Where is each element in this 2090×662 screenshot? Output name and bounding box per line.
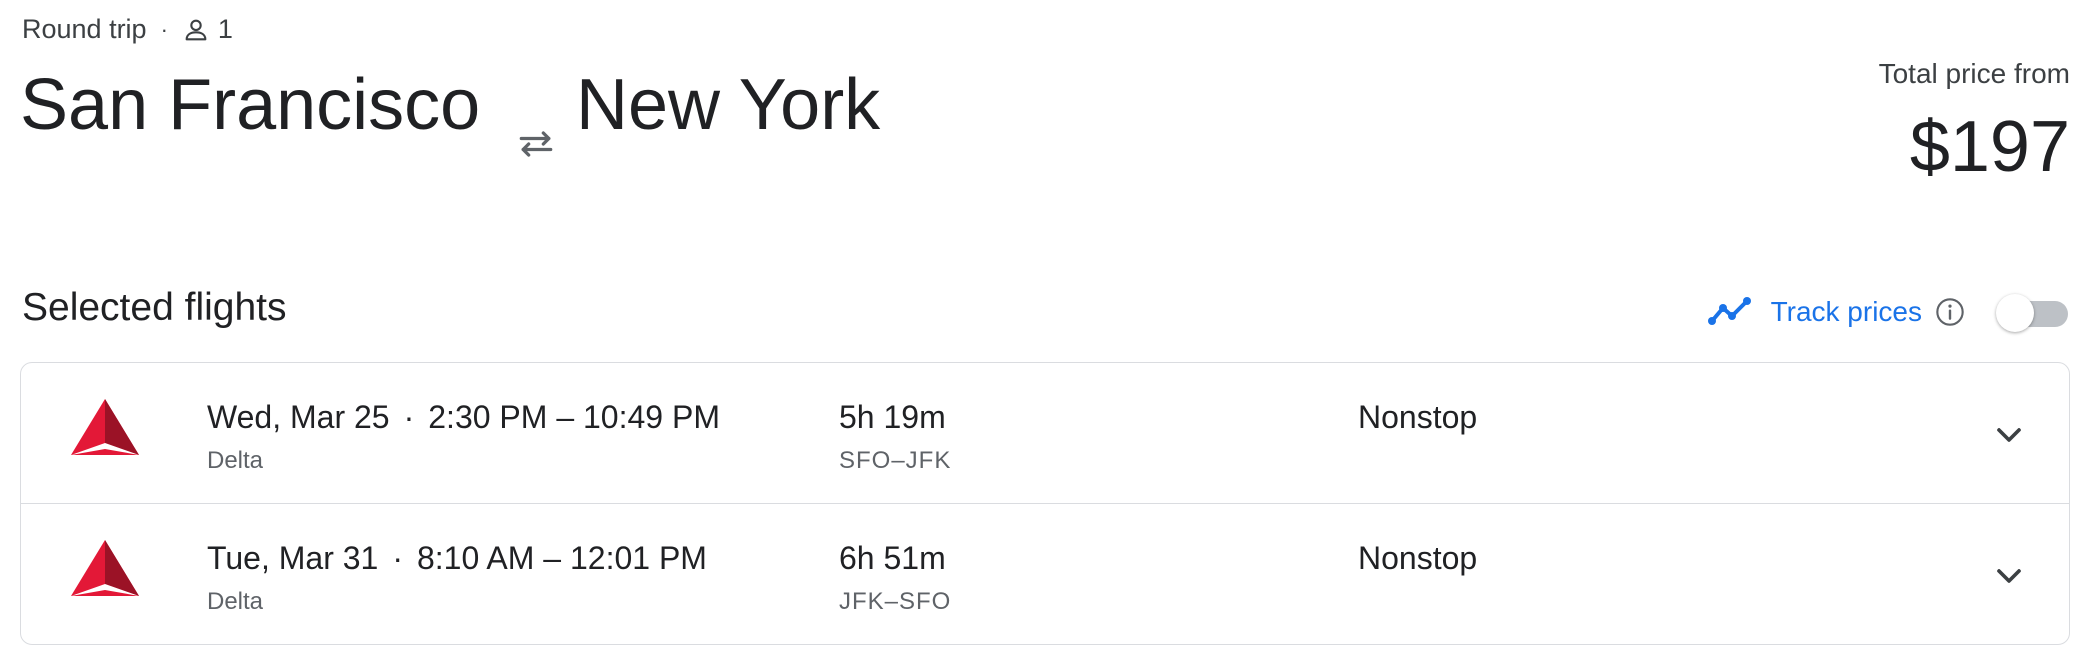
flight-duration: 5h 19m	[839, 399, 946, 435]
flight-summary-page: Round trip · 1 San Francisco New York To…	[0, 0, 2090, 662]
trip-type: Round trip	[22, 14, 147, 44]
toggle-knob	[1996, 294, 2034, 332]
route-title: San Francisco New York	[20, 62, 880, 166]
flight-times: 8:10 AM – 12:01 PM	[416, 540, 707, 576]
delta-logo-icon	[71, 540, 139, 596]
origin-city: San Francisco	[20, 65, 481, 145]
datetime-separator: ·	[403, 399, 415, 435]
price-label: Total price from	[1878, 58, 2070, 89]
flight-times: 2:30 PM – 10:49 PM	[428, 399, 720, 435]
price-trend-icon	[1707, 297, 1751, 325]
flight-date: Wed, Mar 25	[207, 399, 390, 435]
flight-datetime: Tue, Mar 31 · 8:10 AM – 12:01 PM	[207, 540, 707, 577]
delta-logo-icon	[71, 399, 139, 455]
flight-airports: SFO–JFK	[839, 447, 952, 474]
swap-arrows-icon	[519, 131, 553, 157]
chevron-down-icon[interactable]	[1989, 556, 2029, 596]
airline-name: Delta	[207, 447, 264, 474]
flight-airports: JFK–SFO	[839, 588, 952, 615]
person-icon	[185, 19, 207, 40]
track-prices-toggle[interactable]	[1996, 292, 2070, 332]
track-prices-label[interactable]: Track prices	[1771, 296, 1922, 328]
selected-flights-title: Selected flights	[22, 286, 287, 329]
flight-date: Tue, Mar 31	[207, 540, 379, 576]
flight-stops: Nonstop	[1358, 540, 1478, 576]
passenger-count: 1	[217, 14, 233, 44]
track-prices-control: Track prices	[1707, 292, 2070, 332]
airline-name: Delta	[207, 588, 264, 615]
flight-datetime: Wed, Mar 25 · 2:30 PM – 10:49 PM	[207, 399, 720, 436]
meta-separator: ·	[160, 16, 168, 42]
flight-row-outbound[interactable]: Wed, Mar 25 · 2:30 PM – 10:49 PM Delta 5h …	[21, 363, 2069, 503]
trip-meta: Round trip · 1	[22, 14, 233, 45]
selected-flights-card: Wed, Mar 25 · 2:30 PM – 10:49 PM Delta 5h …	[20, 362, 2070, 645]
flight-duration: 6h 51m	[839, 540, 946, 576]
flight-stops: Nonstop	[1358, 399, 1478, 435]
total-price: $197	[1909, 107, 2070, 187]
destination-city: New York	[576, 65, 881, 145]
datetime-separator: ·	[392, 540, 403, 576]
info-icon[interactable]	[1934, 296, 1966, 328]
chevron-down-icon[interactable]	[1989, 415, 2029, 455]
flight-row-return[interactable]: Tue, Mar 31 · 8:10 AM – 12:01 PM Delta 6h …	[21, 503, 2069, 643]
